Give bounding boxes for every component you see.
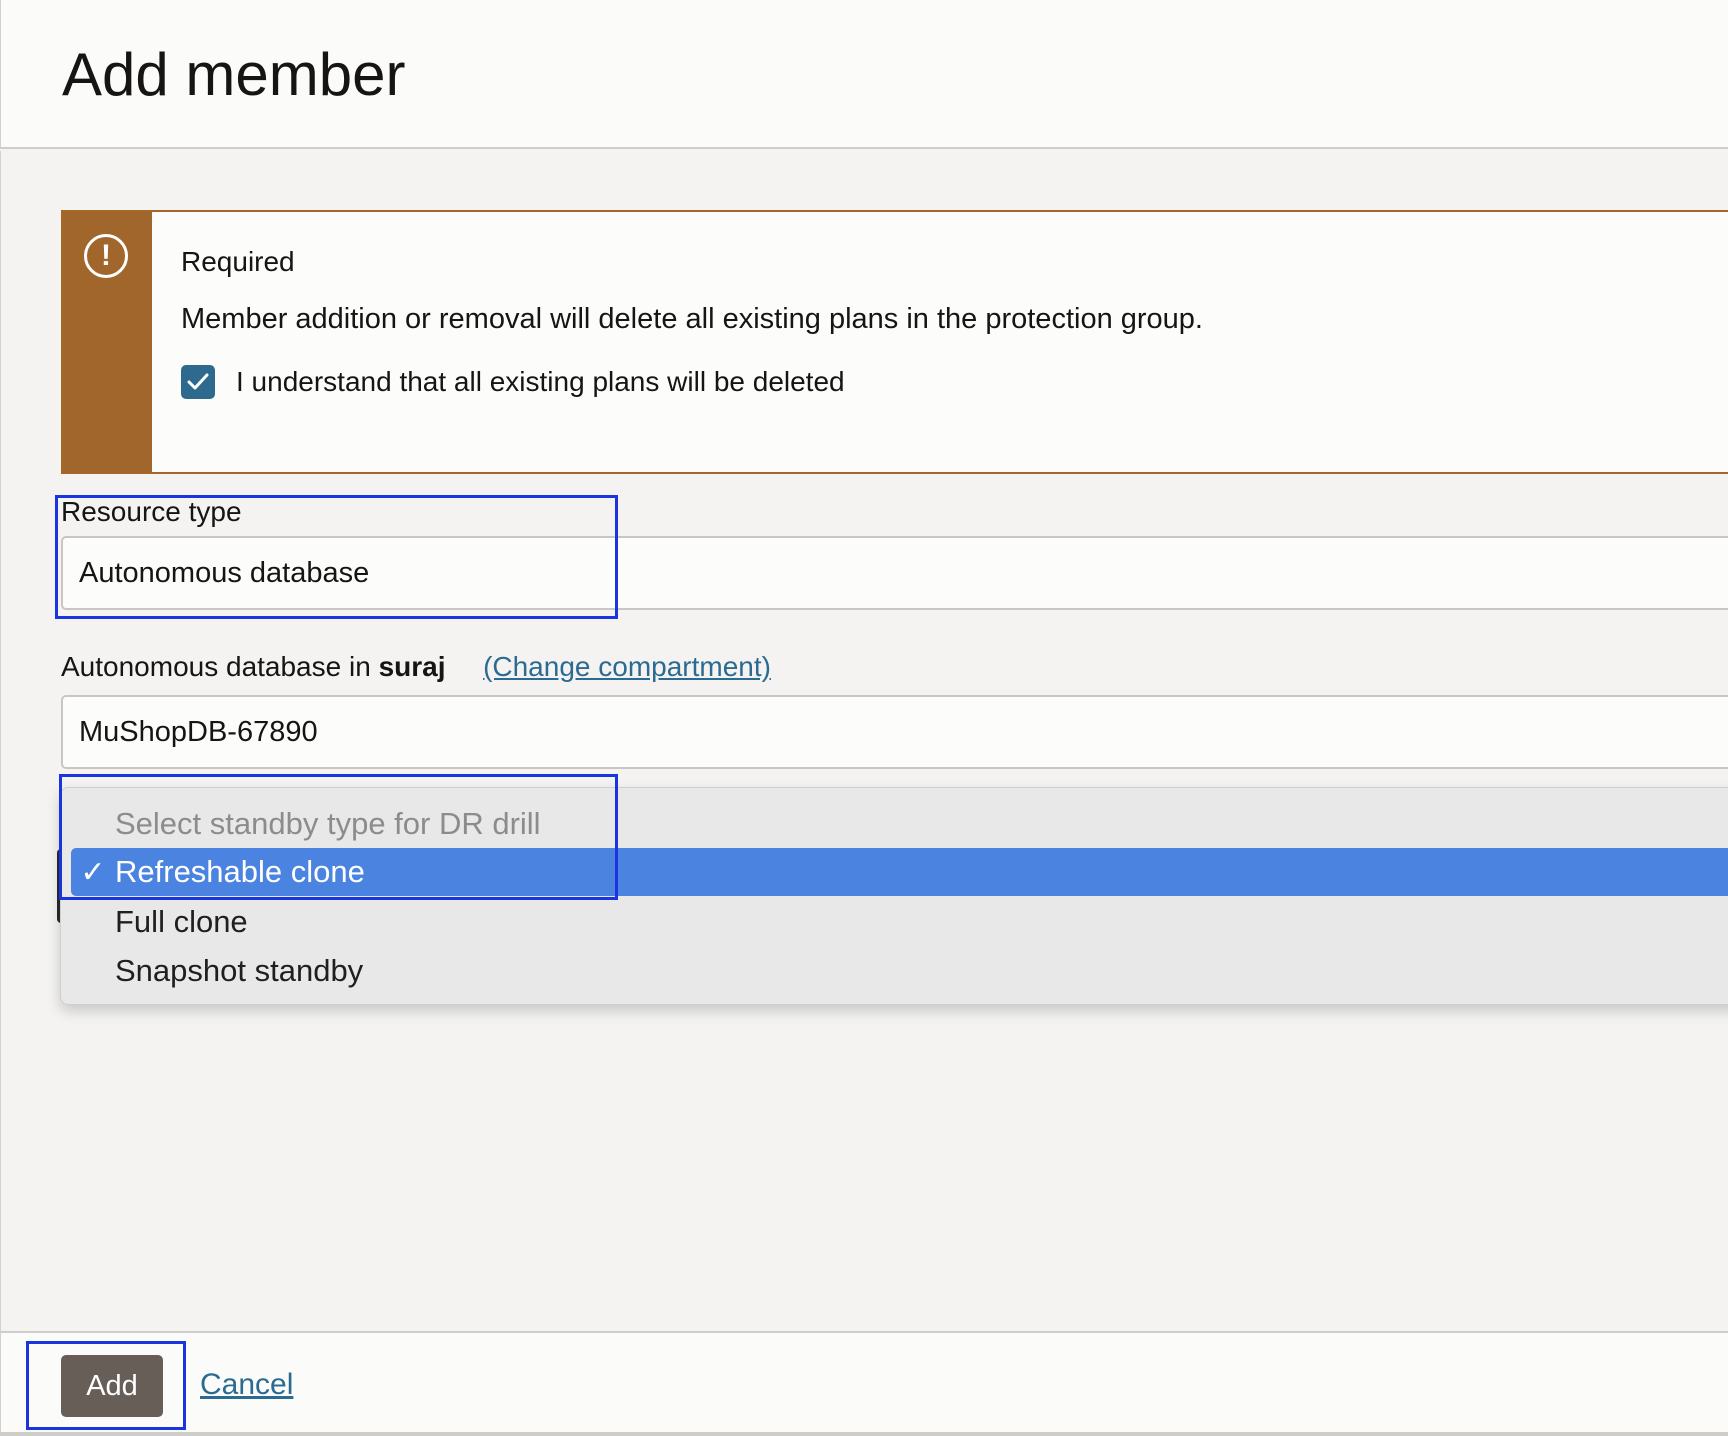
- check-icon: ✓: [80, 855, 106, 889]
- option-refreshable-clone[interactable]: ✓ Refreshable clone: [71, 848, 1728, 896]
- required-alert: ! Required Member addition or removal wi…: [61, 210, 1728, 474]
- database-label: Autonomous database in suraj (Change com…: [61, 651, 771, 683]
- panel-header: Add member: [0, 0, 1728, 149]
- database-select[interactable]: MuShopDB-67890: [61, 695, 1728, 769]
- resource-type-value: Autonomous database: [79, 556, 370, 589]
- cancel-link[interactable]: Cancel: [200, 1368, 293, 1402]
- footer-divider: [0, 1432, 1728, 1436]
- alert-message: Member addition or removal will delete a…: [181, 303, 1203, 335]
- standby-type-dropdown[interactable]: Select standby type for DR drill ✓ Refre…: [60, 787, 1728, 1005]
- checkmark-icon: [187, 373, 209, 390]
- database-value: MuShopDB-67890: [79, 715, 318, 748]
- add-button[interactable]: Add: [61, 1355, 163, 1417]
- alert-stripe: !: [63, 212, 152, 472]
- option-snapshot-standby[interactable]: Snapshot standby: [115, 953, 363, 989]
- standby-placeholder: Select standby type for DR drill: [115, 806, 541, 841]
- option-label: Refreshable clone: [115, 854, 365, 889]
- resource-type-select[interactable]: Autonomous database: [61, 536, 1728, 610]
- resource-type-label: Resource type: [61, 496, 242, 527]
- page-title: Add member: [62, 41, 406, 108]
- database-label-prefix: Autonomous database in: [61, 651, 371, 682]
- warning-icon: !: [84, 234, 128, 278]
- option-full-clone[interactable]: Full clone: [115, 904, 248, 940]
- change-compartment-link[interactable]: (Change compartment): [483, 651, 771, 682]
- acknowledge-row[interactable]: I understand that all existing plans wil…: [181, 365, 845, 399]
- compartment-name: suraj: [378, 651, 446, 682]
- acknowledge-label: I understand that all existing plans wil…: [236, 366, 845, 397]
- acknowledge-checkbox[interactable]: [181, 365, 215, 399]
- alert-title: Required: [181, 246, 295, 277]
